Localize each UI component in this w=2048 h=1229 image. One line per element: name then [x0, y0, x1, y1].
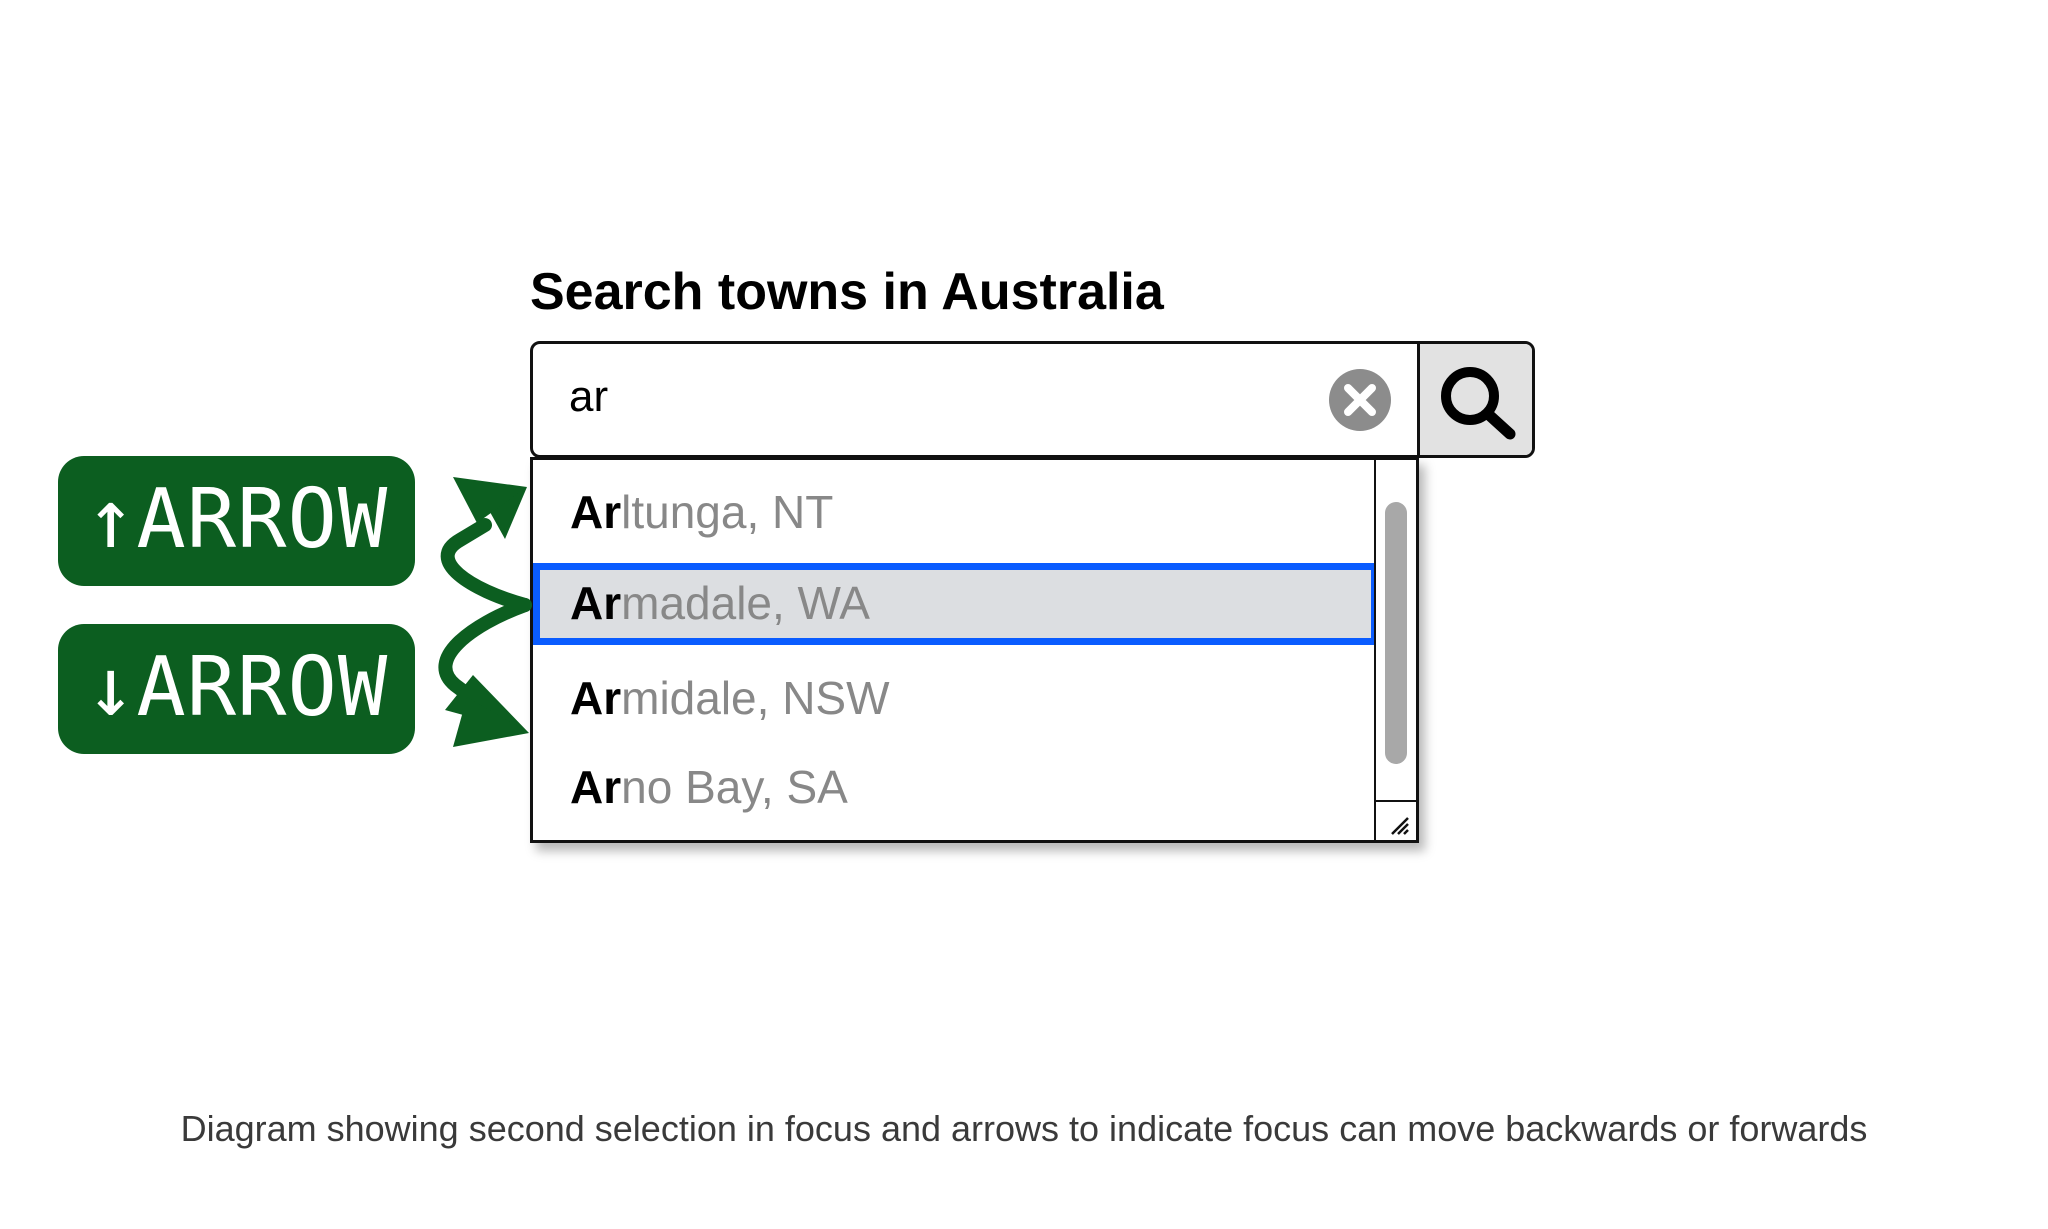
search-button[interactable]	[1417, 344, 1532, 455]
suggestions-listbox[interactable]: Arltunga, NT Armadale, WA Armidale, NSW …	[530, 457, 1419, 843]
scroll-thumb[interactable]	[1385, 502, 1407, 764]
search-input[interactable]: ar	[569, 372, 608, 422]
listbox-scrollbar[interactable]	[1374, 460, 1416, 840]
search-combobox[interactable]: ar	[530, 341, 1535, 458]
list-option-selected[interactable]: Armadale, WA	[533, 563, 1378, 645]
resize-handle-icon[interactable]	[1376, 800, 1416, 840]
list-option[interactable]: Arno Bay, SA	[533, 747, 1378, 827]
search-icon	[1441, 367, 1516, 440]
search-label: Search towns in Australia	[530, 263, 1164, 321]
list-option[interactable]: Arltunga, NT	[533, 472, 1378, 552]
down-arrow-key: ↓ARROW	[58, 624, 415, 754]
up-arrow-key: ↑ARROW	[58, 456, 415, 586]
clear-icon[interactable]	[1328, 368, 1392, 432]
focus-movement-arrows-icon	[438, 477, 532, 747]
diagram-caption: Diagram showing second selection in focu…	[180, 1108, 1868, 1149]
list-option[interactable]: Armidale, NSW	[533, 658, 1378, 738]
